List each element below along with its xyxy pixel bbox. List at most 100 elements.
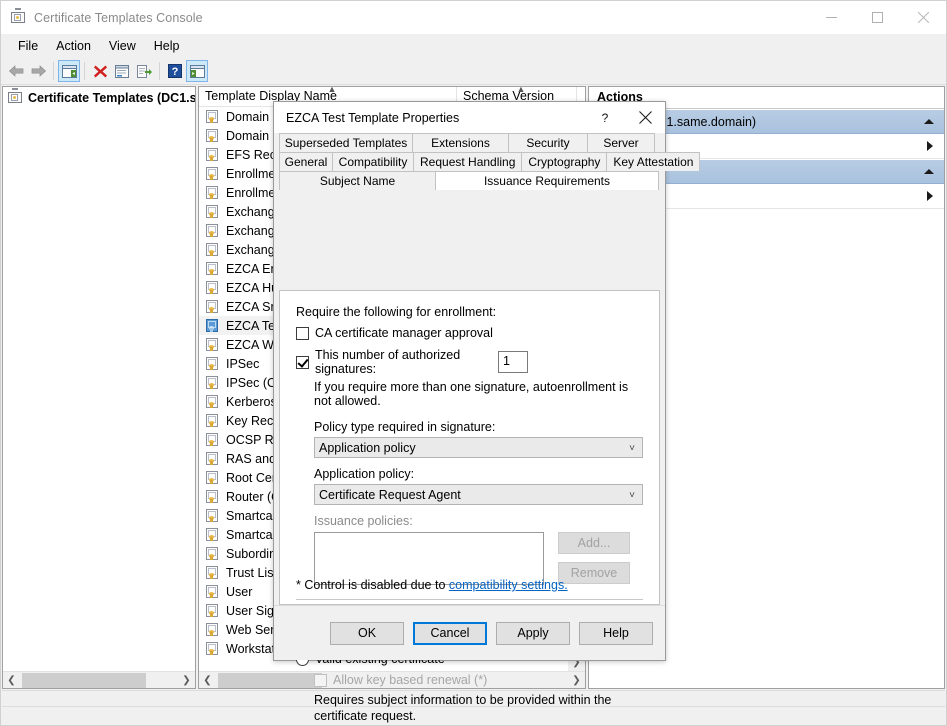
dialog-help-icon[interactable]: ? (585, 102, 625, 133)
toolbar-separator-3 (159, 62, 160, 80)
tab-subject-name[interactable]: Subject Name (279, 171, 436, 190)
certificate-template-icon (204, 299, 220, 315)
certificate-template-icon (204, 546, 220, 562)
application-policy-combobox[interactable]: Certificate Request Agent ˅ (314, 484, 643, 505)
ca-manager-approval-checkbox[interactable] (296, 326, 309, 340)
properties-icon[interactable] (111, 60, 133, 82)
tab-issuance-requirements[interactable]: Issuance Requirements (435, 171, 659, 190)
certificate-template-icon (204, 375, 220, 391)
certificate-template-icon (204, 622, 220, 638)
tab-compatibility[interactable]: Compatibility (332, 152, 414, 171)
ok-button[interactable]: OK (330, 621, 404, 645)
collapse-up-icon[interactable] (924, 119, 934, 124)
certificate-template-icon (204, 147, 220, 163)
window-controls (808, 1, 946, 34)
table-cell-template-name: Smartcar (226, 527, 277, 542)
help-button[interactable]: Help (579, 621, 653, 645)
list-scroll-thumb[interactable] (218, 672, 322, 688)
tab-row-3: Subject Name Issuance Requirements (279, 171, 660, 190)
compatibility-settings-link[interactable]: compatibility settings. (449, 578, 568, 592)
tab-general[interactable]: General (279, 152, 333, 171)
table-cell-template-name: Subordin (226, 546, 277, 561)
tab-security[interactable]: Security (508, 133, 588, 152)
tab-request-handling[interactable]: Request Handling (413, 152, 523, 171)
tab-cryptography[interactable]: Cryptography (521, 152, 608, 171)
certificate-template-icon (204, 185, 220, 201)
chevron-down-icon-policy-type: ˅ (629, 443, 635, 454)
menu-item-action[interactable]: Action (47, 36, 100, 56)
tree-horizontal-scrollbar[interactable]: ❮ ❯ (3, 671, 195, 688)
submenu-arrow-icon[interactable] (927, 141, 933, 151)
allow-key-renewal-label: Allow key based renewal (*) (333, 673, 488, 687)
list-scroll-left-arrow[interactable]: ❮ (199, 672, 216, 689)
table-cell-template-name: Workstati (226, 641, 278, 656)
tree-scroll-track[interactable] (20, 672, 178, 689)
export-icon[interactable] (133, 60, 155, 82)
help-question-icon[interactable]: ? (164, 60, 186, 82)
table-cell-template-name: User (226, 584, 253, 599)
allow-key-renewal-checkbox (314, 673, 327, 687)
back-arrow-icon[interactable] (5, 60, 27, 82)
certificate-template-icon (204, 261, 220, 277)
tree-node-certificate-templates[interactable]: Certificate Templates (DC1.same (3, 88, 195, 107)
dialog-title: EZCA Test Template Properties (286, 110, 460, 125)
toolbar-separator-1 (53, 62, 54, 80)
menu-bar: File Action View Help (1, 34, 946, 58)
tab-key-attestation[interactable]: Key Attestation (606, 152, 701, 171)
tab-label: Server (603, 136, 639, 150)
table-cell-template-name: EZCA Hu (226, 280, 279, 295)
tab-label: General (284, 155, 328, 169)
toolbar-separator-2 (84, 62, 85, 80)
submenu-arrow-icon[interactable] (927, 191, 933, 201)
window-title-bar: Certificate Templates Console (1, 1, 946, 34)
menu-item-view[interactable]: View (100, 36, 145, 56)
tab-label: Security (526, 136, 570, 150)
certificate-template-icon (204, 166, 220, 182)
tab-server[interactable]: Server (587, 133, 655, 152)
certificate-template-icon (204, 128, 220, 144)
window-title: Certificate Templates Console (34, 10, 203, 25)
tab-label: Cryptography (528, 155, 601, 169)
collapse-up-icon[interactable] (924, 169, 934, 174)
tab-row-2: General Compatibility Request Handling Cryp… (279, 152, 701, 171)
tab-label: Extensions (431, 136, 490, 150)
tree-scroll-right-arrow[interactable]: ❯ (178, 672, 195, 689)
certificate-template-icon (204, 223, 220, 239)
tree-scroll-left-arrow[interactable]: ❮ (3, 672, 20, 689)
remove-button[interactable]: Remove (558, 562, 630, 584)
ca-manager-approval-row[interactable]: CA certificate manager approval (296, 326, 643, 340)
minimize-icon[interactable] (808, 1, 854, 34)
delete-x-icon[interactable] (89, 60, 111, 82)
tab-superseded-templates[interactable]: Superseded Templates (279, 133, 413, 152)
add-button[interactable]: Add... (558, 532, 630, 554)
maximize-icon[interactable] (854, 1, 900, 34)
authorized-signatures-row[interactable]: This number of authorized signatures: 1 (296, 348, 643, 376)
dialog-tab-strip: Superseded Templates Extensions Security Se… (274, 133, 701, 190)
tree-pane-icon[interactable] (58, 60, 80, 82)
tab-row-1: Superseded Templates Extensions Security Se… (279, 133, 660, 152)
tree-scroll-thumb[interactable] (22, 672, 146, 688)
apply-button[interactable]: Apply (496, 621, 570, 645)
toolbar: ? (1, 58, 946, 85)
policy-type-combobox[interactable]: Application policy ˅ (314, 437, 643, 458)
authorized-signatures-input[interactable]: 1 (497, 351, 528, 373)
tab-label: Issuance Requirements (483, 174, 611, 188)
dialog-close-icon[interactable] (625, 102, 665, 133)
close-icon[interactable] (900, 1, 946, 34)
certificate-template-icon (204, 204, 220, 220)
menu-item-file[interactable]: File (9, 36, 47, 56)
dialog-footer: OK Cancel Apply Help (274, 605, 665, 660)
certificate-template-icon (204, 565, 220, 581)
authorized-signatures-checkbox[interactable] (296, 355, 309, 369)
issuance-policies-label: Issuance policies: (314, 514, 413, 528)
menu-item-help[interactable]: Help (145, 36, 189, 56)
tab-extensions[interactable]: Extensions (412, 133, 509, 152)
action-pane-icon[interactable] (186, 60, 208, 82)
tab-label: Key Attestation (613, 155, 694, 169)
certificate-template-icon (204, 109, 220, 125)
certificate-template-icon (204, 356, 220, 372)
certificate-template-icon-selected (204, 318, 220, 334)
table-cell-template-name: IPSec (226, 356, 260, 371)
cancel-button[interactable]: Cancel (413, 621, 487, 645)
forward-arrow-icon[interactable] (27, 60, 49, 82)
